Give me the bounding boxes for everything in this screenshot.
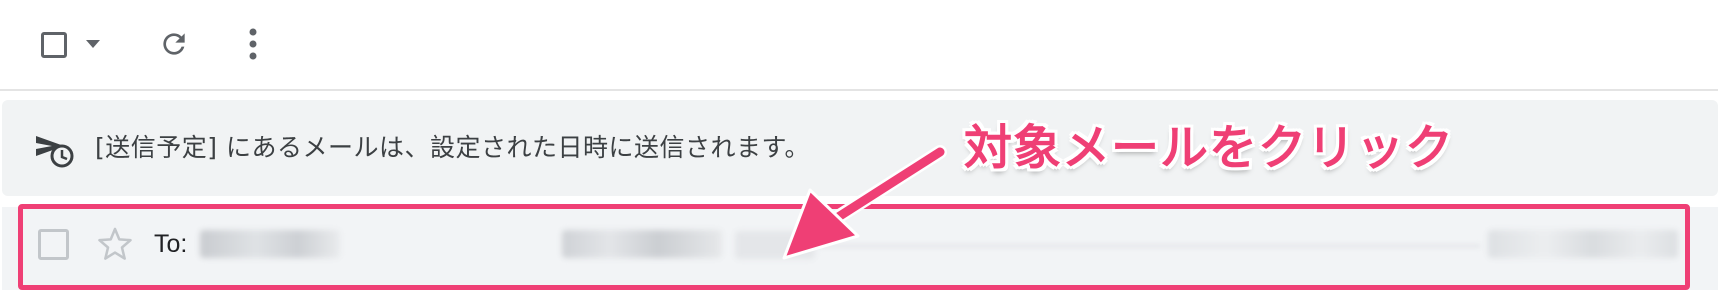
toolbar — [0, 0, 1718, 88]
scheduled-send-icon — [36, 136, 74, 168]
more-vertical-icon — [249, 28, 257, 60]
banner-message: [送信予定] にあるメールは、設定された日時に送信されます。 — [95, 133, 810, 162]
caret-down-icon — [86, 40, 100, 48]
select-all-checkbox[interactable] — [38, 29, 70, 61]
checkbox-icon — [41, 32, 67, 58]
select-dropdown-button[interactable] — [84, 36, 102, 52]
more-options-button[interactable] — [244, 24, 262, 64]
annotation-label: 対象メールをクリック — [964, 120, 1455, 176]
toolbar-divider — [0, 89, 1718, 91]
refresh-icon — [163, 33, 185, 55]
refresh-button[interactable] — [156, 26, 192, 62]
annotation-arrow — [782, 145, 947, 260]
